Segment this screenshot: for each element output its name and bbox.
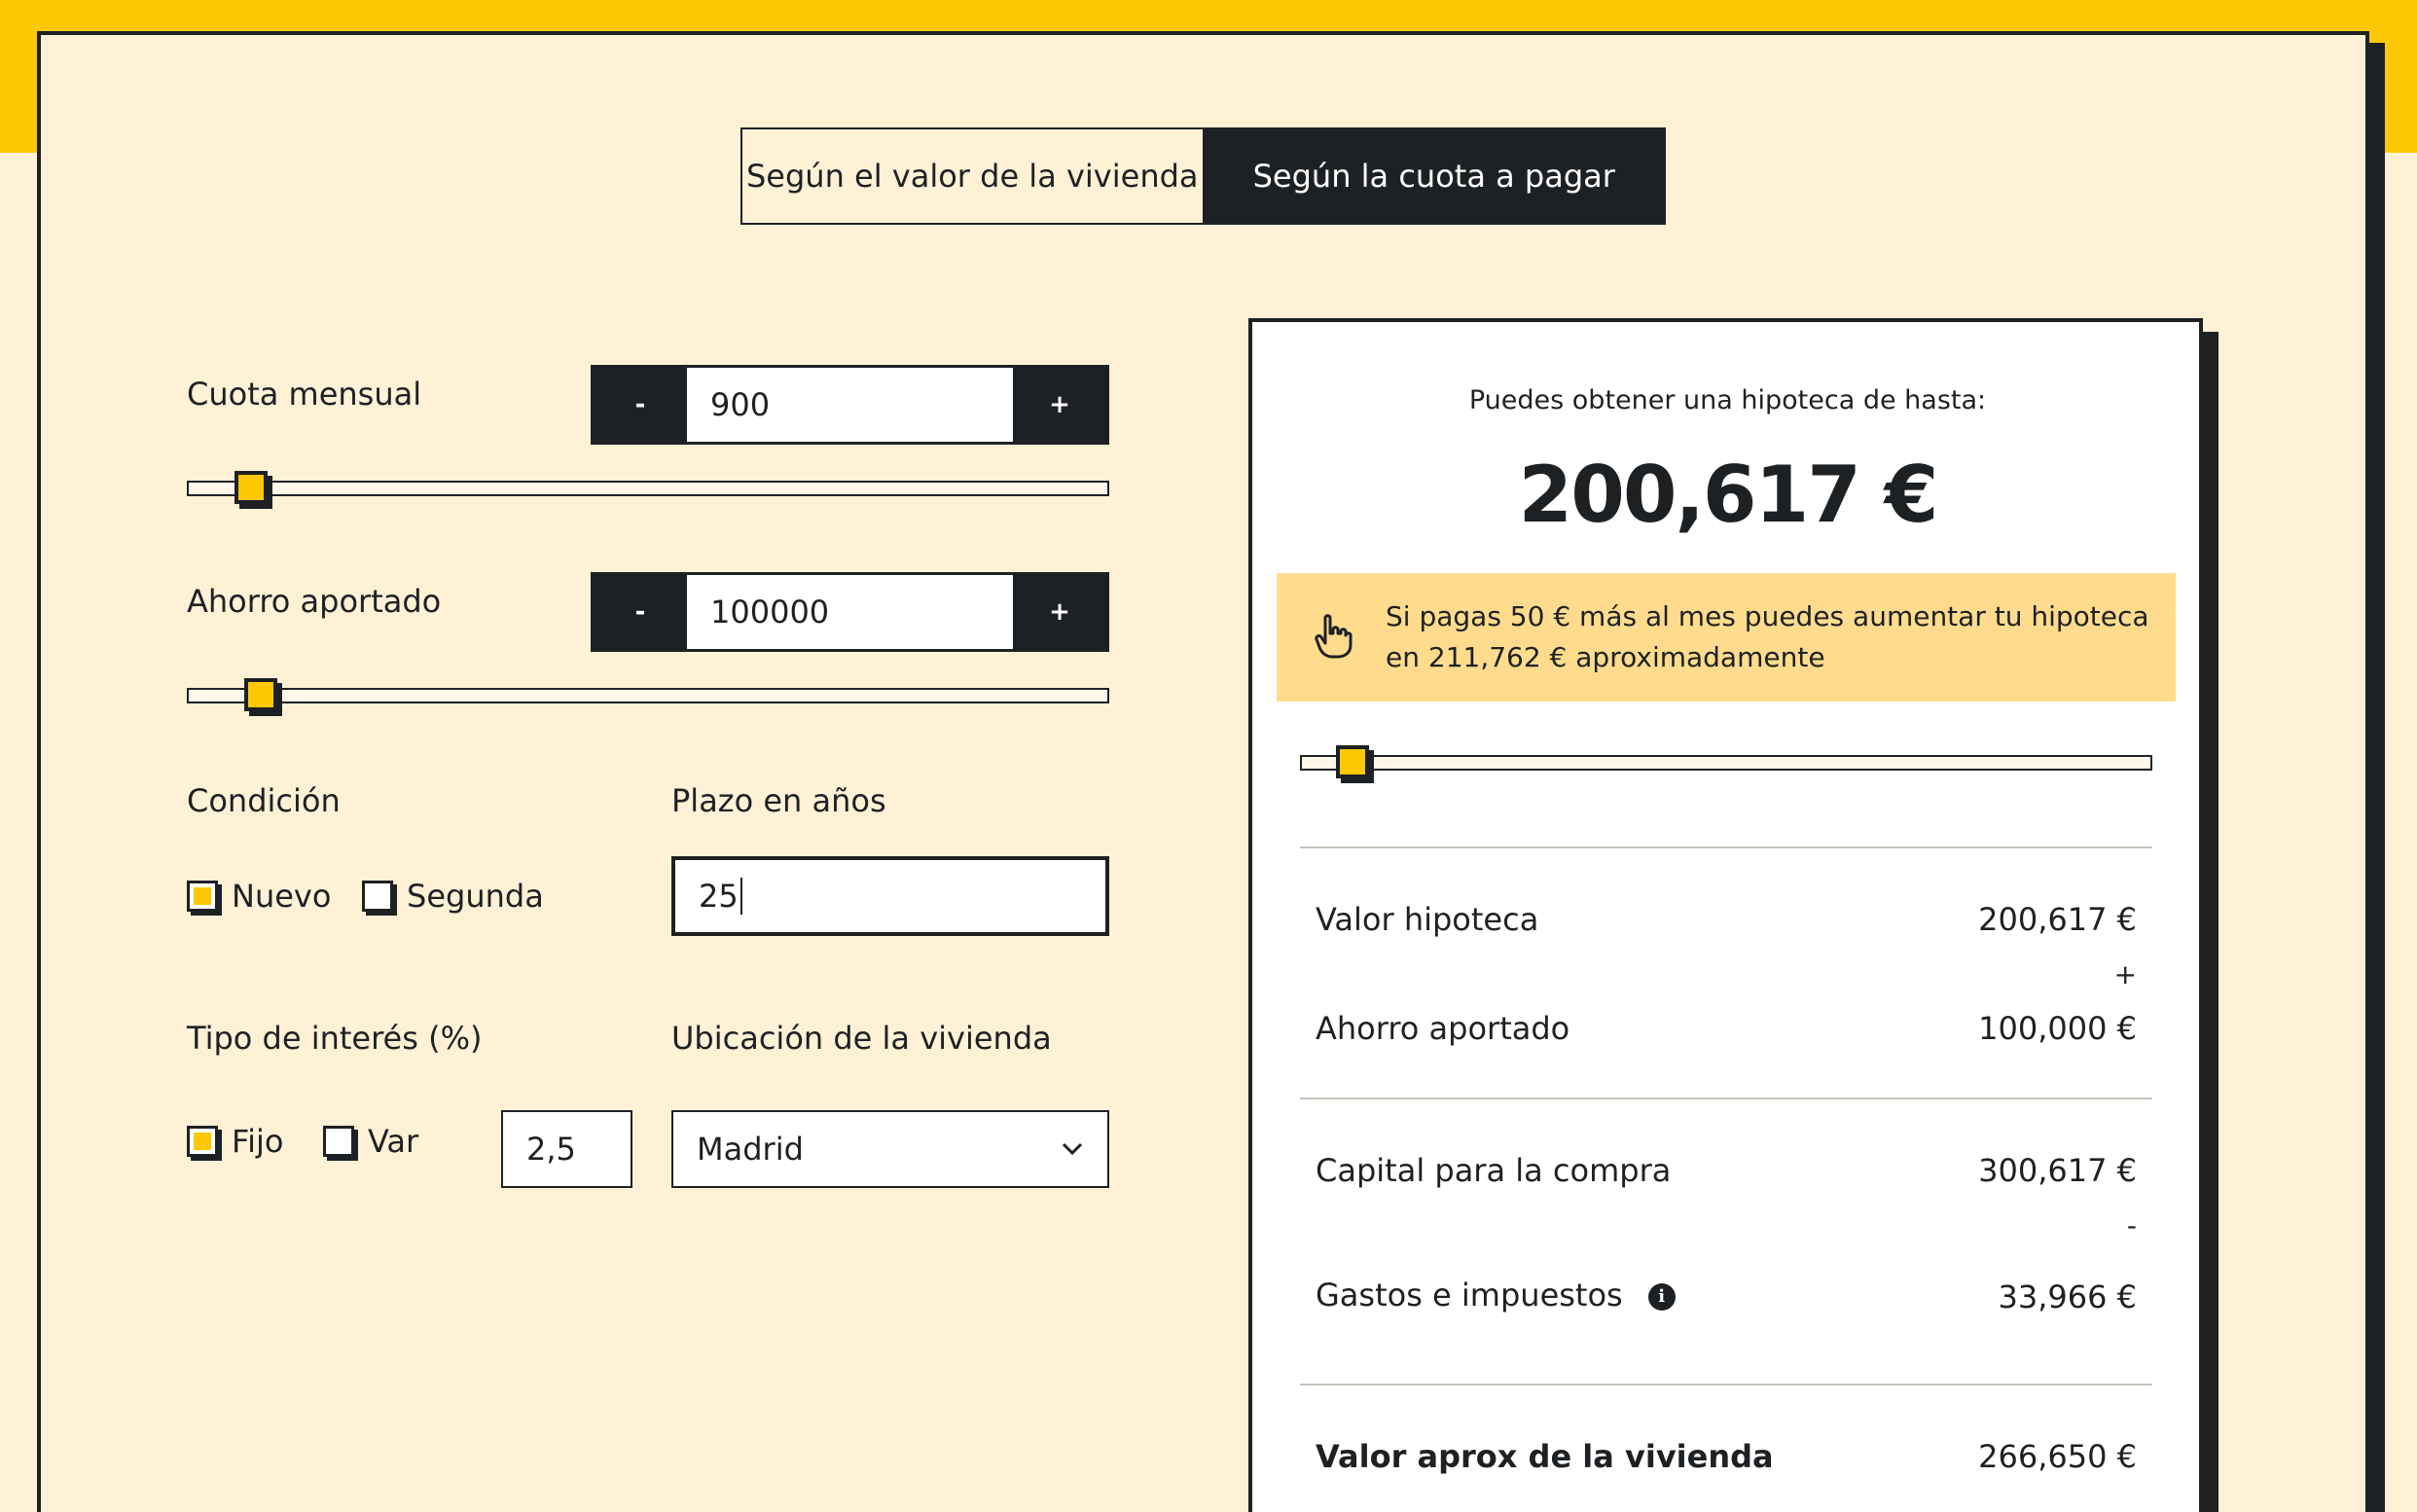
- checkbox-box[interactable]: [323, 1126, 354, 1157]
- savings-label: Ahorro aportado: [187, 583, 442, 620]
- interest-label: Tipo de interés (%): [187, 1020, 483, 1057]
- capital-amount: 300,617 €: [1978, 1152, 2137, 1189]
- costs-label-row: Gastos e impuestos i: [1316, 1277, 1676, 1314]
- interest-rate-value: 2,5: [526, 1131, 576, 1168]
- pointing-hand-icon: [1315, 614, 1353, 659]
- savings-decrement-button[interactable]: -: [594, 575, 687, 649]
- monthly-payment-input[interactable]: 900: [687, 368, 1013, 442]
- checkbox-box[interactable]: [187, 1126, 218, 1157]
- mortgage-value-label: Valor hipoteca: [1316, 901, 1539, 938]
- minus-operator: -: [2126, 1209, 2137, 1242]
- checkbox-label: Fijo: [232, 1123, 284, 1160]
- mode-toggle: Según el valor de la vivienda Según la c…: [740, 127, 1666, 225]
- home-value-label: Valor aprox de la vivienda: [1316, 1438, 1774, 1475]
- checkbox-label: Nuevo: [232, 878, 332, 915]
- interest-rate-input[interactable]: 2,5: [501, 1110, 632, 1188]
- capital-label: Capital para la compra: [1316, 1152, 1672, 1189]
- savings-summary-label: Ahorro aportado: [1316, 1010, 1570, 1047]
- checkbox-label: Segunda: [407, 878, 544, 915]
- interest-fixed-checkbox[interactable]: Fijo: [187, 1123, 283, 1160]
- term-input[interactable]: 25: [671, 856, 1109, 936]
- divider: [1300, 1384, 2152, 1386]
- term-value: 25: [699, 878, 739, 915]
- checkbox-label: Var: [368, 1123, 419, 1160]
- mortgage-value-amount: 200,617 €: [1978, 901, 2137, 938]
- text-caret: [740, 878, 742, 915]
- savings-input[interactable]: 100000: [687, 575, 1013, 649]
- tab-by-monthly-payment[interactable]: Según la cuota a pagar: [1204, 129, 1664, 223]
- location-select[interactable]: Madrid: [671, 1110, 1109, 1188]
- frame-shadow: [2369, 43, 2385, 1512]
- monthly-slider-handle[interactable]: [234, 471, 268, 504]
- checkbox-box[interactable]: [362, 881, 393, 912]
- panel-shadow: [2203, 332, 2219, 1512]
- monthly-payment-stepper: - 900 +: [591, 365, 1109, 445]
- home-value-amount: 266,650 €: [1978, 1438, 2137, 1475]
- costs-label: Gastos e impuestos: [1316, 1277, 1623, 1314]
- condition-label: Condición: [187, 782, 341, 819]
- result-heading: Puedes obtener una hipoteca de hasta:: [1468, 385, 1987, 415]
- tip-text: Si pagas 50 € más al mes puedes aumentar…: [1386, 600, 2149, 673]
- monthly-increment-button[interactable]: +: [1013, 368, 1106, 442]
- term-label: Plazo en años: [671, 782, 886, 819]
- monthly-payment-label: Cuota mensual: [187, 376, 422, 413]
- tip-banner: Si pagas 50 € más al mes puedes aumentar…: [1277, 573, 2176, 702]
- monthly-decrement-button[interactable]: -: [594, 368, 687, 442]
- chevron-down-icon[interactable]: [1061, 1141, 1084, 1157]
- divider: [1300, 846, 2152, 848]
- monthly-payment-slider[interactable]: [187, 471, 1109, 504]
- divider: [1300, 1098, 2152, 1099]
- result-amount: 200,617 €: [1518, 450, 1939, 540]
- savings-slider-handle[interactable]: [244, 678, 277, 711]
- savings-slider[interactable]: [187, 678, 1109, 711]
- savings-summary-amount: 100,000 €: [1978, 1010, 2137, 1047]
- checkbox-box[interactable]: [187, 881, 218, 912]
- savings-stepper: - 100000 +: [591, 572, 1109, 652]
- info-icon[interactable]: i: [1647, 1283, 1676, 1311]
- plus-operator: +: [2113, 958, 2137, 990]
- condition-second-hand-checkbox[interactable]: Segunda: [362, 878, 544, 915]
- tab-by-home-value[interactable]: Según el valor de la vivienda: [742, 129, 1205, 223]
- costs-amount: 33,966 €: [1998, 1278, 2138, 1315]
- result-slider[interactable]: [1300, 745, 2152, 778]
- result-slider-handle[interactable]: [1336, 745, 1369, 778]
- savings-increment-button[interactable]: +: [1013, 575, 1106, 649]
- interest-variable-checkbox[interactable]: Var: [323, 1123, 418, 1160]
- location-label: Ubicación de la vivienda: [671, 1020, 1052, 1057]
- condition-new-checkbox[interactable]: Nuevo: [187, 878, 331, 915]
- location-selected: Madrid: [697, 1131, 804, 1168]
